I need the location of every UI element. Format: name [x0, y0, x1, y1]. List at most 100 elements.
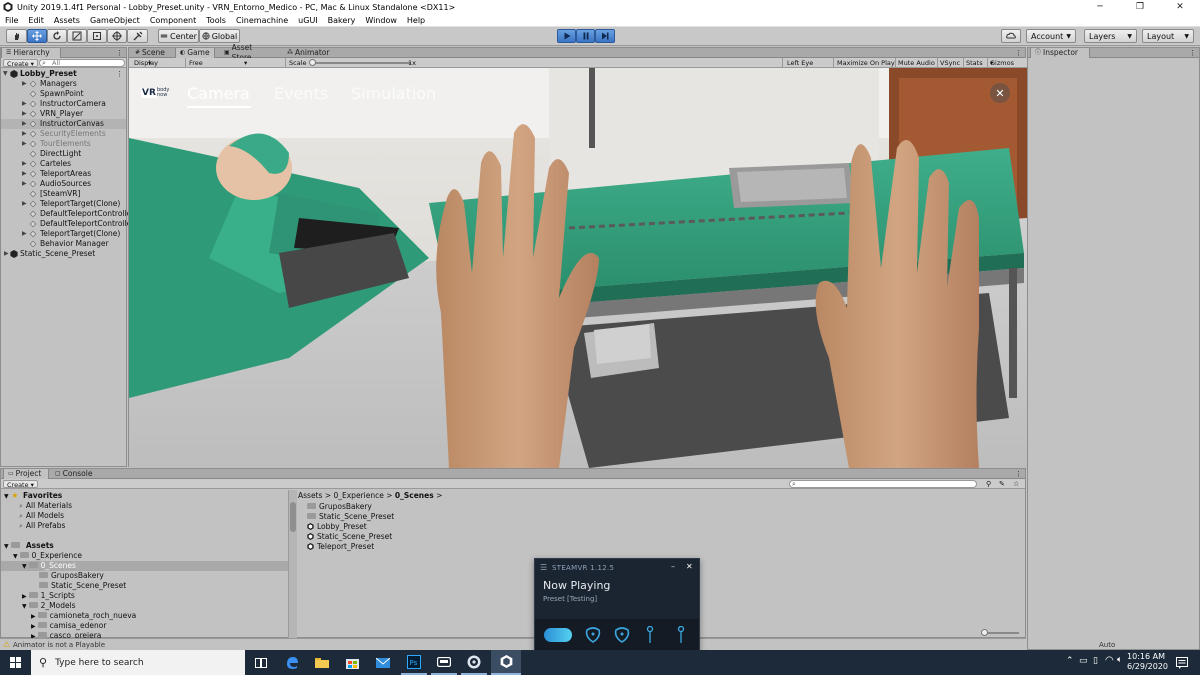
menu-bakery[interactable]: Bakery	[323, 16, 361, 25]
unity-app-button[interactable]	[491, 650, 521, 675]
tab-game[interactable]: ◐ Game	[175, 48, 215, 58]
hierarchy-item[interactable]: ▶ TeleportAreas	[1, 169, 126, 179]
expand-arrow-icon[interactable]: ▶	[22, 199, 27, 209]
rotate-tool-button[interactable]	[47, 29, 67, 43]
favorites-row[interactable]: ▼ ★ Favorites	[4, 491, 62, 501]
vr-app-button[interactable]	[431, 650, 457, 675]
expand-arrow-icon[interactable]: ▶	[4, 249, 9, 259]
expand-arrow-icon[interactable]: ▶	[31, 613, 36, 620]
hierarchy-item[interactable]: SpawnPoint	[1, 89, 126, 99]
expand-arrow-icon[interactable]: ▶	[22, 119, 27, 129]
pause-button[interactable]	[576, 29, 595, 43]
breadcrumb-assets[interactable]: Assets	[298, 491, 322, 500]
hierarchy-item[interactable]: ▶ AudioSources	[1, 179, 126, 189]
pivot-toggle[interactable]: Center	[158, 29, 199, 43]
photoshop-app-button[interactable]: Ps	[401, 650, 427, 675]
task-view-button[interactable]	[249, 650, 273, 675]
menu-file[interactable]: File	[0, 16, 23, 25]
file-item[interactable]: Static_Scene_Preset	[307, 512, 394, 522]
close-icon[interactable]: ✕	[686, 562, 693, 571]
hierarchy-item[interactable]: ▶ SecurityElements	[1, 129, 126, 139]
tab-asset-store[interactable]: ▣ Asset Store	[220, 43, 278, 62]
gizmos-dropdown[interactable]: Gizmos ▾	[990, 58, 1014, 68]
tree-folder[interactable]: Static_Scene_Preset	[1, 581, 288, 591]
file-item[interactable]: Teleport_Preset	[307, 542, 374, 552]
file-item[interactable]: Lobby_Preset	[307, 522, 367, 532]
tab-hierarchy[interactable]: ☰ Hierarchy	[1, 48, 61, 58]
favorite-item[interactable]: ⌕ All Models	[19, 511, 64, 521]
volume-icon[interactable]: 🔈︎	[1117, 655, 1122, 665]
hierarchy-item[interactable]: ▶ InstructorCanvas	[1, 119, 126, 129]
network-icon[interactable]: ▭	[1079, 656, 1088, 666]
minimize-button[interactable]: ─	[1080, 0, 1120, 14]
game-viewport[interactable]: VR body now Camera Events Simulation ✕	[129, 68, 1027, 468]
hierarchy-item[interactable]: [SteamVR]	[1, 189, 126, 199]
menu-window[interactable]: Window	[360, 16, 402, 25]
expand-arrow-icon[interactable]: ▶	[22, 99, 27, 109]
breadcrumb-experience[interactable]: 0_Experience	[333, 491, 383, 500]
hierarchy-item[interactable]: DefaultTeleportControlle	[1, 219, 131, 229]
stats-toggle[interactable]: Stats	[966, 58, 983, 68]
expand-arrow-icon[interactable]: ▶	[22, 179, 27, 189]
menu-icon[interactable]: ☰	[540, 563, 547, 572]
action-center-button[interactable]	[1170, 650, 1194, 675]
filter-type-icon[interactable]: ⚲	[986, 479, 991, 489]
tree-folder[interactable]: ▶ camisa_edenor	[1, 621, 288, 631]
space-toggle[interactable]: Global	[199, 29, 240, 43]
file-item[interactable]: GruposBakery	[307, 502, 372, 512]
edge-app-button[interactable]	[280, 650, 304, 675]
wifi-icon[interactable]: ◠	[1105, 655, 1114, 666]
left-eye-dropdown[interactable]: Left Eye	[787, 58, 813, 68]
menu-ugui[interactable]: uGUI	[293, 16, 322, 25]
breadcrumb-scenes[interactable]: 0_Scenes	[395, 491, 434, 500]
store-app-button[interactable]	[340, 650, 364, 675]
close-window-button[interactable]: ✕	[1160, 0, 1200, 14]
tab-console[interactable]: ▢ Console	[51, 469, 101, 479]
tree-folder[interactable]: ▼ 0_Experience	[1, 551, 288, 561]
menu-edit[interactable]: Edit	[23, 16, 49, 25]
expand-arrow-icon[interactable]: ▶	[22, 109, 27, 119]
expand-arrow-icon[interactable]: ▶	[22, 593, 27, 600]
hierarchy-item[interactable]: ▶ TeleportTarget(Clone)	[1, 229, 126, 239]
hierarchy-item[interactable]: DefaultTeleportControlle	[1, 209, 131, 219]
game-tab-camera[interactable]: Camera	[187, 84, 251, 108]
expand-arrow-icon[interactable]: ▼	[13, 553, 18, 560]
expand-arrow-icon[interactable]: ▶	[31, 623, 36, 630]
favorite-item[interactable]: ⌕ All Prefabs	[19, 521, 65, 531]
custom-tool-button[interactable]	[127, 29, 148, 43]
step-button[interactable]	[595, 29, 615, 43]
maximize-on-play-toggle[interactable]: Maximize On Play	[837, 58, 895, 68]
mail-app-button[interactable]	[371, 650, 395, 675]
scale-tool-button[interactable]	[67, 29, 87, 43]
start-button[interactable]	[0, 650, 31, 675]
expand-arrow-icon[interactable]: ▶	[22, 79, 27, 89]
layers-dropdown[interactable]: Layers ▼	[1084, 29, 1137, 43]
file-explorer-button[interactable]	[310, 650, 334, 675]
transform-tool-button[interactable]	[107, 29, 127, 43]
tree-folder[interactable]: ▶ 1_Scripts	[1, 591, 288, 601]
hierarchy-item[interactable]: Behavior Manager	[1, 239, 126, 249]
scale-slider-handle[interactable]	[309, 59, 316, 66]
hierarchy-search-input[interactable]: All	[39, 59, 125, 67]
collab-cloud-button[interactable]	[1001, 29, 1021, 43]
expand-arrow-icon[interactable]: ▼	[22, 563, 27, 570]
tree-folder[interactable]: ▶ casco_prejera	[1, 631, 288, 638]
icon-size-slider[interactable]	[981, 629, 1019, 636]
menu-component[interactable]: Component	[145, 16, 201, 25]
expand-arrow-icon[interactable]: ▶	[22, 139, 27, 149]
minimize-icon[interactable]: –	[671, 562, 675, 571]
menu-tools[interactable]: Tools	[201, 16, 231, 25]
play-button[interactable]	[557, 29, 576, 43]
menu-assets[interactable]: Assets	[49, 16, 85, 25]
layout-dropdown[interactable]: Layout ▼	[1142, 29, 1194, 43]
rect-tool-button[interactable]	[87, 29, 107, 43]
hierarchy-item[interactable]: ▶ Carteles	[1, 159, 126, 169]
tree-folder[interactable]: ▶ camioneta_roch_nueva	[1, 611, 288, 621]
mute-audio-toggle[interactable]: Mute Audio	[898, 58, 935, 68]
tab-animator[interactable]: ⁂ Animator	[283, 48, 335, 58]
hierarchy-item[interactable]: ▶ TourElements	[1, 139, 126, 149]
base-station-2-icon[interactable]	[676, 626, 686, 644]
taskbar-clock[interactable]: 10:16 AM 6/29/2020	[1127, 652, 1168, 672]
account-dropdown[interactable]: Account ▼	[1026, 29, 1076, 43]
expand-arrow-icon[interactable]: ▼	[22, 603, 27, 610]
